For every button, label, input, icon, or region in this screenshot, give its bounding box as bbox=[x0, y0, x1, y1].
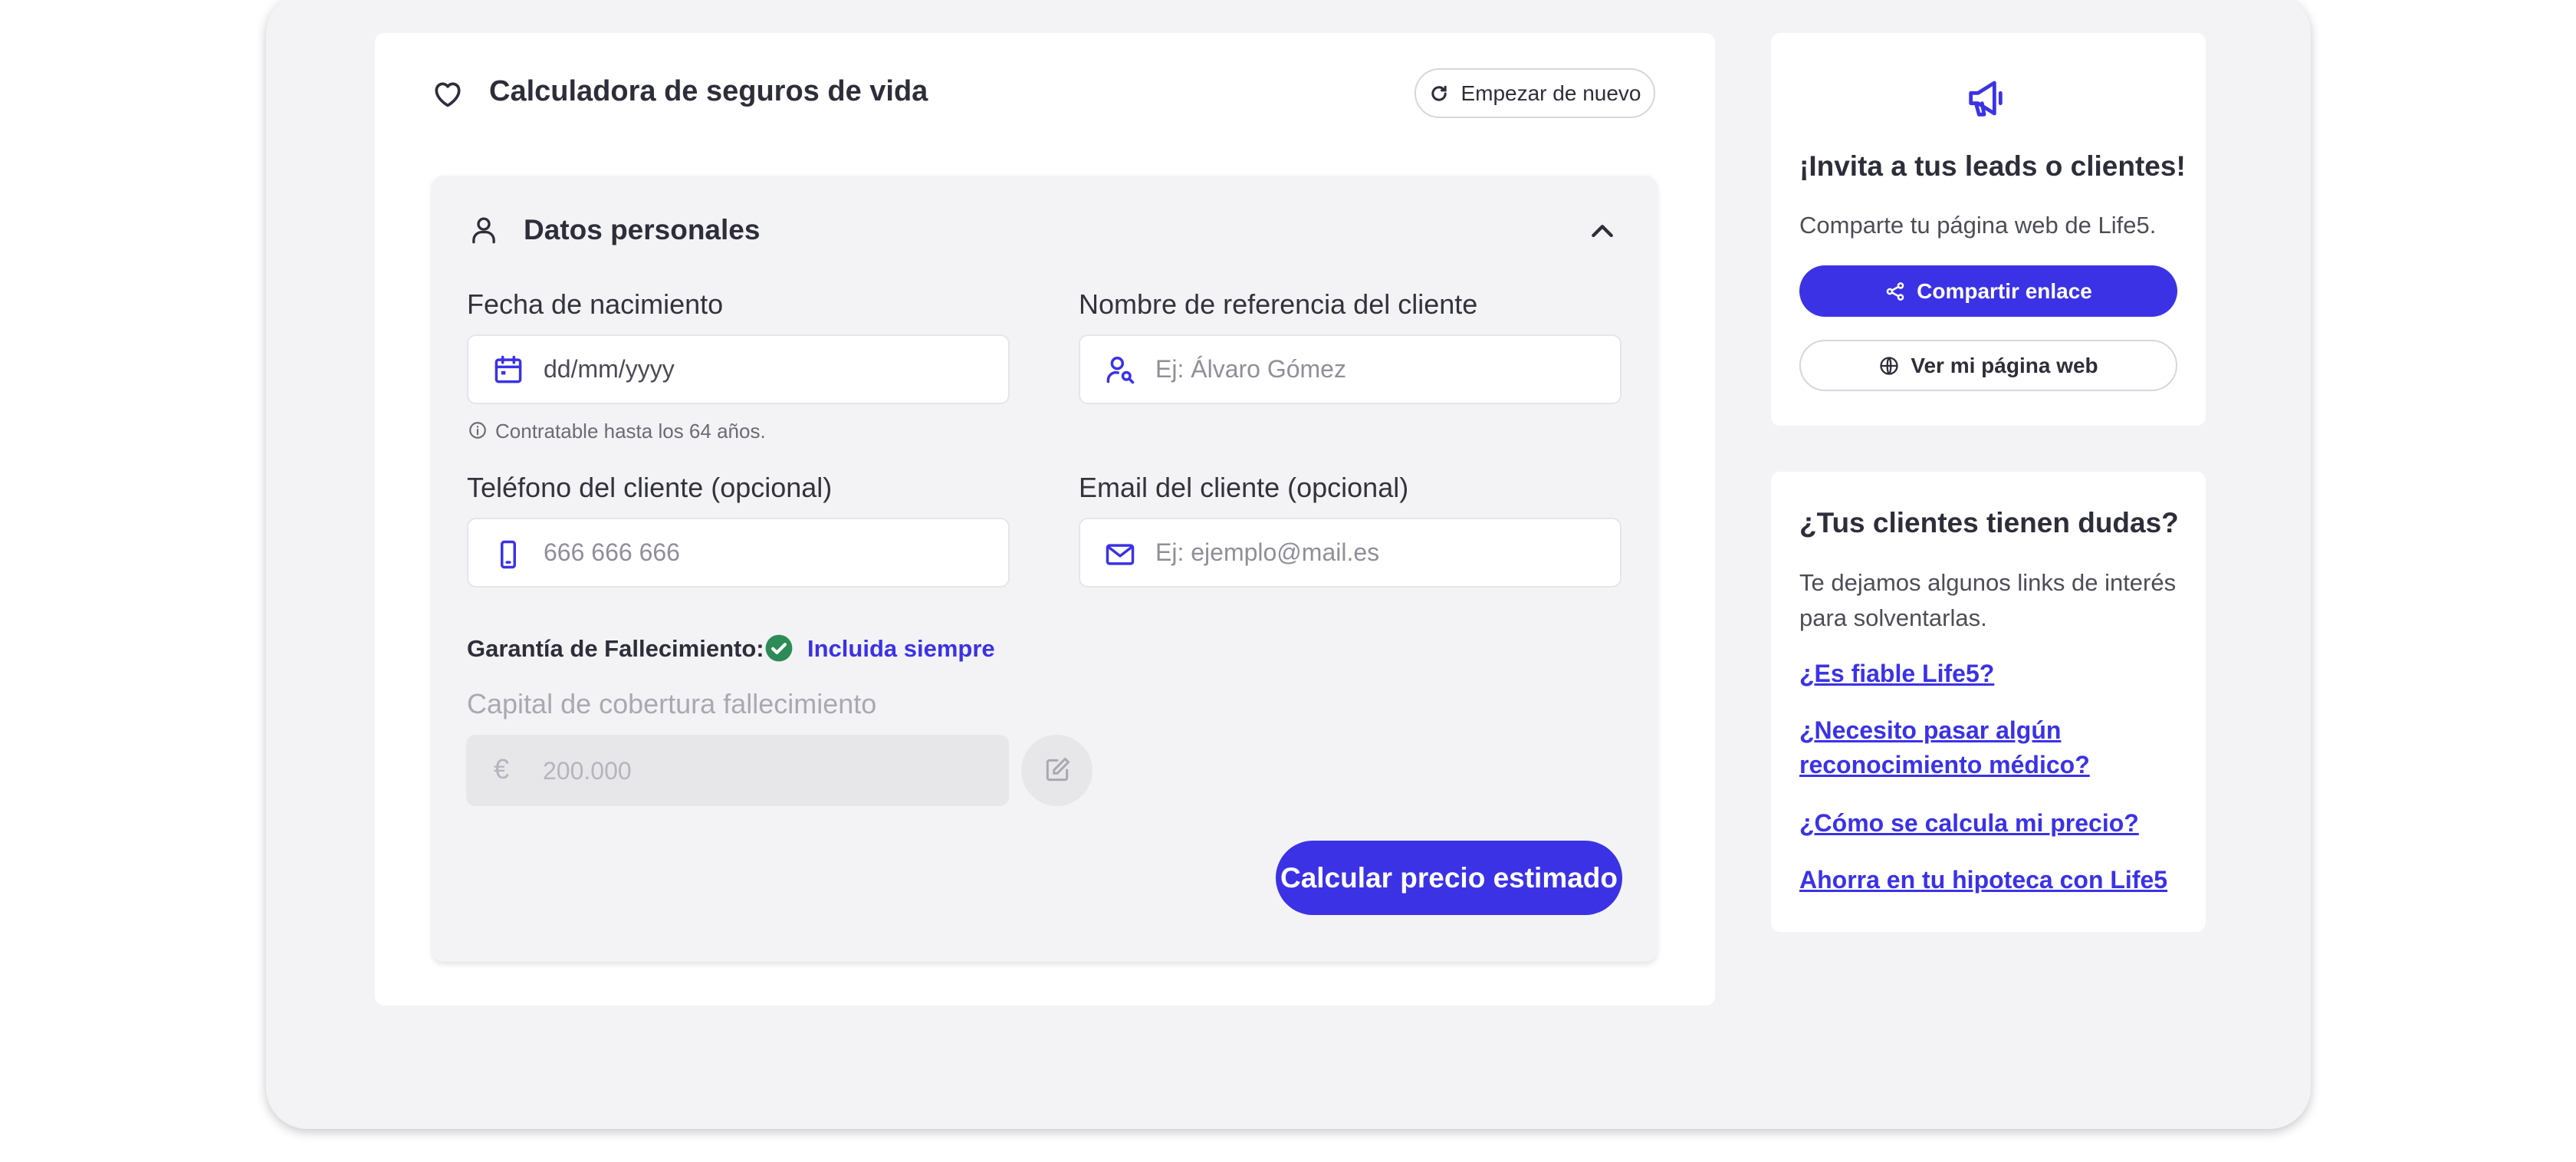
birth-date-value: dd/mm/yyyy bbox=[544, 355, 675, 383]
info-icon bbox=[468, 420, 488, 440]
pencil-icon bbox=[1043, 755, 1072, 785]
phone-placeholder: 666 666 666 bbox=[544, 538, 680, 566]
share-icon bbox=[1884, 281, 1906, 302]
section-title: Datos personales bbox=[524, 214, 761, 245]
faq-text-line2: para solventarlas. bbox=[1799, 604, 1987, 631]
capital-value: 200.000 bbox=[543, 757, 632, 785]
faq-link-medical[interactable]: ¿Necesito pasar algún reconocimiento méd… bbox=[1799, 713, 2090, 782]
birth-date-hint: Contratable hasta los 64 años. bbox=[495, 420, 766, 443]
calendar-icon bbox=[491, 353, 525, 387]
heart-icon[interactable] bbox=[431, 77, 465, 110]
view-website-button[interactable]: Ver mi página web bbox=[1799, 340, 2177, 391]
user-search-icon bbox=[1103, 353, 1137, 387]
phone-input[interactable]: 666 666 666 bbox=[467, 518, 1010, 588]
user-icon bbox=[468, 213, 500, 247]
phone-icon bbox=[491, 538, 525, 571]
share-link-button[interactable]: Compartir enlace bbox=[1799, 265, 2177, 317]
restart-button[interactable]: Empezar de nuevo bbox=[1414, 68, 1655, 118]
check-circle-icon bbox=[764, 634, 794, 663]
phone-label: Teléfono del cliente (opcional) bbox=[467, 472, 833, 503]
birth-date-label: Fecha de nacimiento bbox=[467, 288, 724, 320]
faq-text-line1: Te dejamos algunos links de interés bbox=[1799, 569, 2177, 596]
birth-date-field[interactable]: dd/mm/yyyy bbox=[467, 334, 1010, 404]
view-website-label: Ver mi página web bbox=[1911, 353, 2098, 377]
chevron-up-icon[interactable] bbox=[1587, 216, 1618, 247]
guarantee-label: Garantía de Fallecimiento: bbox=[467, 635, 764, 662]
restart-label: Empezar de nuevo bbox=[1460, 81, 1641, 105]
reference-name-label: Nombre de referencia del cliente bbox=[1079, 288, 1478, 320]
refresh-icon bbox=[1428, 83, 1450, 104]
share-link-label: Compartir enlace bbox=[1917, 278, 2092, 303]
mail-icon bbox=[1103, 538, 1137, 571]
globe-icon bbox=[1878, 355, 1900, 377]
email-label: Email del cliente (opcional) bbox=[1079, 472, 1409, 503]
capital-label: Capital de cobertura fallecimiento bbox=[467, 688, 877, 719]
euro-icon: € bbox=[494, 753, 510, 785]
faq-link-medical-line1: ¿Necesito pasar algún bbox=[1799, 716, 2062, 744]
invite-text: Comparte tu página web de Life5. bbox=[1799, 212, 2157, 239]
megaphone-icon bbox=[1963, 74, 2012, 123]
email-placeholder: Ej: ejemplo@mail.es bbox=[1155, 538, 1380, 566]
faq-title: ¿Tus clientes tienen dudas? bbox=[1799, 507, 2179, 538]
faq-link-medical-line2: reconocimiento médico? bbox=[1799, 751, 2090, 779]
reference-name-placeholder: Ej: Álvaro Gómez bbox=[1155, 355, 1346, 383]
email-input[interactable]: Ej: ejemplo@mail.es bbox=[1079, 518, 1622, 588]
reference-name-input[interactable]: Ej: Álvaro Gómez bbox=[1079, 334, 1622, 404]
faq-link-mortgage[interactable]: Ahorra en tu hipoteca con Life5 bbox=[1799, 863, 2167, 897]
faq-link-price[interactable]: ¿Cómo se calcula mi precio? bbox=[1799, 806, 2139, 841]
calculator-title: Calculadora de seguros de vida bbox=[489, 75, 928, 107]
faq-link-reliable[interactable]: ¿Es fiable Life5? bbox=[1799, 657, 1994, 691]
guarantee-value: Incluida siempre bbox=[807, 635, 995, 662]
invite-title: ¡Invita a tus leads o clientes! bbox=[1799, 150, 2186, 182]
calculate-price-button[interactable]: Calcular precio estimado bbox=[1276, 841, 1622, 915]
